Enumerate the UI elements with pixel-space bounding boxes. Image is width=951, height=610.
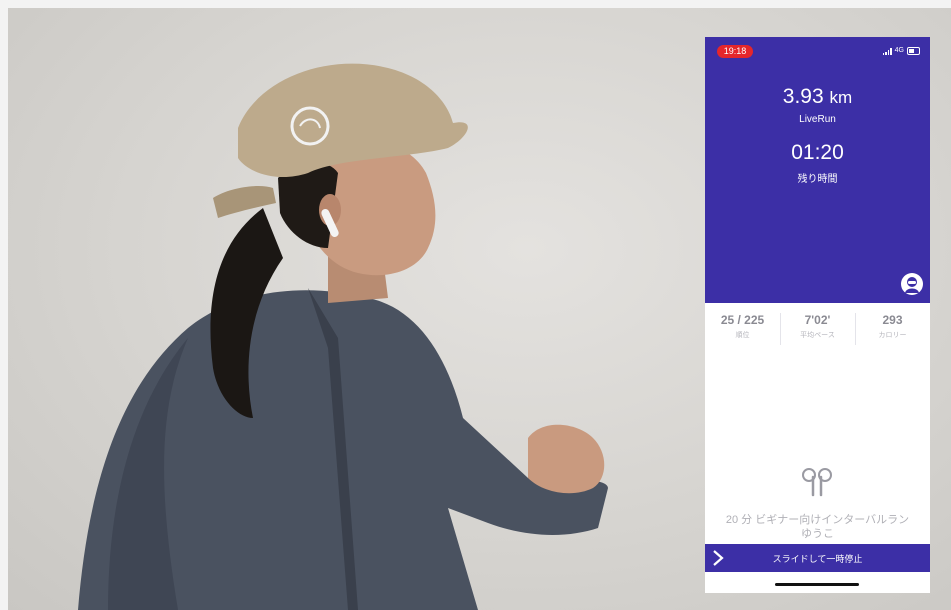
mode-label: LiveRun xyxy=(799,114,836,125)
slide-to-pause[interactable]: スライドして一時停止 xyxy=(705,544,930,572)
signal-icon xyxy=(882,47,892,55)
earbuds-icon xyxy=(802,468,832,497)
stat-value: 293 xyxy=(882,313,903,327)
stat-value: 25 / 225 xyxy=(720,313,765,327)
stat-rank: 25 / 225 順位 xyxy=(705,311,780,347)
coach-avatar-icon[interactable] xyxy=(901,273,923,295)
runner-photo xyxy=(78,63,608,610)
stat-value: 7'02' xyxy=(804,313,831,327)
network-label: 4G xyxy=(894,47,904,54)
run-header-panel: 19:18 4G 3.93 km LiveRun 01:20 残り時間 xyxy=(705,37,930,303)
stat-label: 平均ペース xyxy=(800,332,835,339)
distance-value: 3.93 xyxy=(782,85,824,108)
distance-unit: km xyxy=(829,88,853,107)
stat-calories: 293 カロリー xyxy=(855,311,930,347)
battery-icon xyxy=(907,47,920,55)
home-indicator[interactable] xyxy=(775,583,859,586)
stats-row: 25 / 225 順位 7'02' 平均ペース 293 カロリー xyxy=(705,311,930,347)
phone-screen: 19:18 4G 3.93 km LiveRun 01:20 残り時間 25 /… xyxy=(705,37,930,593)
status-time: 19:18 xyxy=(717,45,753,58)
background-photo-scene: 19:18 4G 3.93 km LiveRun 01:20 残り時間 25 /… xyxy=(8,8,951,610)
distance-readout: 3.93 km xyxy=(705,85,930,109)
coach-name: ゆうこ xyxy=(801,528,834,540)
remaining-time: 01:20 xyxy=(791,141,844,164)
stat-label: 順位 xyxy=(735,332,750,339)
slide-label: スライドして一時停止 xyxy=(772,554,863,564)
stat-pace: 7'02' 平均ペース xyxy=(780,311,855,347)
status-indicators: 4G xyxy=(882,46,920,56)
remaining-time-label: 残り時間 xyxy=(797,174,838,185)
stat-label: カロリー xyxy=(878,332,907,339)
